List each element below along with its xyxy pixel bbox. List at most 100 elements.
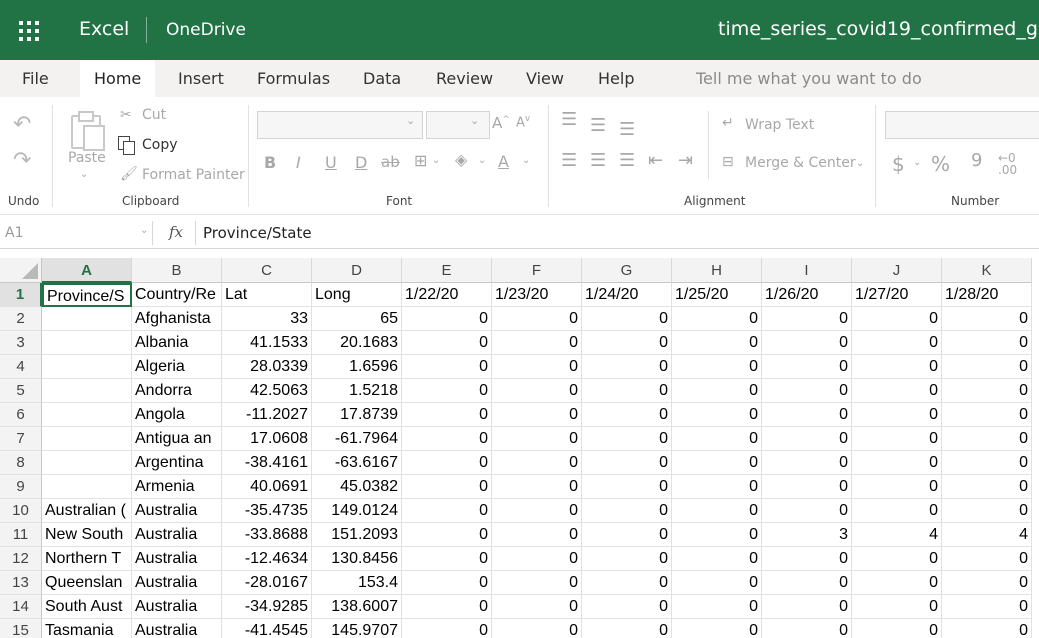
cell-b9[interactable]: Armenia <box>132 475 222 499</box>
paste-icon[interactable] <box>69 109 105 151</box>
cell-b12[interactable]: Australia <box>132 547 222 571</box>
cell-f3[interactable]: 0 <box>492 331 582 355</box>
redo-icon[interactable]: ↷ <box>13 150 31 172</box>
cell-k13[interactable]: 0 <box>942 571 1032 595</box>
cell-k1[interactable]: 1/28/20 <box>942 283 1032 307</box>
bold-button[interactable]: B <box>264 153 276 172</box>
format-painter-icon[interactable]: 🖌 <box>120 166 138 182</box>
tab-formulas[interactable]: Formulas <box>257 60 330 97</box>
cell-j11[interactable]: 4 <box>852 523 942 547</box>
cell-j4[interactable]: 0 <box>852 355 942 379</box>
cell-f6[interactable]: 0 <box>492 403 582 427</box>
cell-k8[interactable]: 0 <box>942 451 1032 475</box>
merge-center-icon[interactable]: ⊟ <box>722 154 734 170</box>
row-header-1[interactable]: 1 <box>0 283 42 307</box>
cell-f8[interactable]: 0 <box>492 451 582 475</box>
cell-h6[interactable]: 0 <box>672 403 762 427</box>
cell-a4[interactable] <box>42 355 132 379</box>
cell-d9[interactable]: 45.0382 <box>312 475 402 499</box>
cell-k10[interactable]: 0 <box>942 499 1032 523</box>
cell-e11[interactable]: 0 <box>402 523 492 547</box>
cell-d8[interactable]: -63.6167 <box>312 451 402 475</box>
currency-button[interactable]: $ <box>892 152 905 176</box>
row-header-2[interactable]: 2 <box>0 307 42 331</box>
tab-view[interactable]: View <box>526 60 564 97</box>
cell-g8[interactable]: 0 <box>582 451 672 475</box>
cell-e4[interactable]: 0 <box>402 355 492 379</box>
cell-j7[interactable]: 0 <box>852 427 942 451</box>
cell-a2[interactable] <box>42 307 132 331</box>
cell-d4[interactable]: 1.6596 <box>312 355 402 379</box>
cell-c12[interactable]: -12.4634 <box>222 547 312 571</box>
cell-j6[interactable]: 0 <box>852 403 942 427</box>
align-right-icon[interactable]: ☰ <box>619 150 635 171</box>
column-header-i[interactable]: I <box>762 258 852 283</box>
cell-d14[interactable]: 138.6007 <box>312 595 402 619</box>
column-header-h[interactable]: H <box>672 258 762 283</box>
document-title[interactable]: time_series_covid19_confirmed_glo <box>718 18 1039 40</box>
cell-e3[interactable]: 0 <box>402 331 492 355</box>
cell-b5[interactable]: Andorra <box>132 379 222 403</box>
cell-j3[interactable]: 0 <box>852 331 942 355</box>
cell-i4[interactable]: 0 <box>762 355 852 379</box>
cell-h14[interactable]: 0 <box>672 595 762 619</box>
cell-j12[interactable]: 0 <box>852 547 942 571</box>
cell-e6[interactable]: 0 <box>402 403 492 427</box>
cell-h11[interactable]: 0 <box>672 523 762 547</box>
cell-c6[interactable]: -11.2027 <box>222 403 312 427</box>
cell-i7[interactable]: 0 <box>762 427 852 451</box>
align-bottom-icon[interactable]: ☰ <box>619 119 635 140</box>
wrap-text-icon[interactable]: ↵ <box>722 115 734 131</box>
cell-i11[interactable]: 3 <box>762 523 852 547</box>
underline-button[interactable]: U <box>325 153 337 172</box>
cell-c2[interactable]: 33 <box>222 307 312 331</box>
cell-b13[interactable]: Australia <box>132 571 222 595</box>
cell-j8[interactable]: 0 <box>852 451 942 475</box>
cell-f12[interactable]: 0 <box>492 547 582 571</box>
cell-c5[interactable]: 42.5063 <box>222 379 312 403</box>
cell-a8[interactable] <box>42 451 132 475</box>
row-header-7[interactable]: 7 <box>0 427 42 451</box>
column-header-f[interactable]: F <box>492 258 582 283</box>
cell-g6[interactable]: 0 <box>582 403 672 427</box>
formula-input[interactable]: Province/State <box>203 224 312 242</box>
decrease-font-icon[interactable]: Av <box>516 114 530 130</box>
column-header-g[interactable]: G <box>582 258 672 283</box>
cell-b14[interactable]: Australia <box>132 595 222 619</box>
double-underline-button[interactable]: D <box>355 153 367 172</box>
paste-button[interactable]: Paste <box>68 150 106 166</box>
chevron-down-icon[interactable]: ⌄ <box>522 155 530 166</box>
cell-b8[interactable]: Argentina <box>132 451 222 475</box>
align-left-icon[interactable]: ☰ <box>561 150 577 171</box>
cell-c15[interactable]: -41.4545 <box>222 619 312 638</box>
tab-file[interactable]: File <box>22 60 49 97</box>
cell-g9[interactable]: 0 <box>582 475 672 499</box>
cell-i1[interactable]: 1/26/20 <box>762 283 852 307</box>
cell-k6[interactable]: 0 <box>942 403 1032 427</box>
row-header-4[interactable]: 4 <box>0 355 42 379</box>
align-middle-icon[interactable]: ☰ <box>590 115 606 136</box>
cell-k9[interactable]: 0 <box>942 475 1032 499</box>
onedrive-link[interactable]: OneDrive <box>166 20 246 40</box>
cell-f11[interactable]: 0 <box>492 523 582 547</box>
cell-d5[interactable]: 1.5218 <box>312 379 402 403</box>
cell-h4[interactable]: 0 <box>672 355 762 379</box>
cell-j2[interactable]: 0 <box>852 307 942 331</box>
cell-k15[interactable]: 0 <box>942 619 1032 638</box>
cell-i9[interactable]: 0 <box>762 475 852 499</box>
column-header-a[interactable]: A <box>42 258 132 283</box>
cell-f14[interactable]: 0 <box>492 595 582 619</box>
decrease-indent-icon[interactable]: ⇤ <box>648 150 663 171</box>
italic-button[interactable]: I <box>296 153 301 172</box>
cell-c14[interactable]: -34.9285 <box>222 595 312 619</box>
tab-data[interactable]: Data <box>363 60 401 97</box>
cell-g7[interactable]: 0 <box>582 427 672 451</box>
align-top-icon[interactable]: ☰ <box>561 109 577 130</box>
column-header-d[interactable]: D <box>312 258 402 283</box>
cell-a15[interactable]: Tasmania <box>42 619 132 638</box>
cell-g15[interactable]: 0 <box>582 619 672 638</box>
cell-k3[interactable]: 0 <box>942 331 1032 355</box>
cell-d3[interactable]: 20.1683 <box>312 331 402 355</box>
cell-a14[interactable]: South Aust <box>42 595 132 619</box>
cell-e9[interactable]: 0 <box>402 475 492 499</box>
